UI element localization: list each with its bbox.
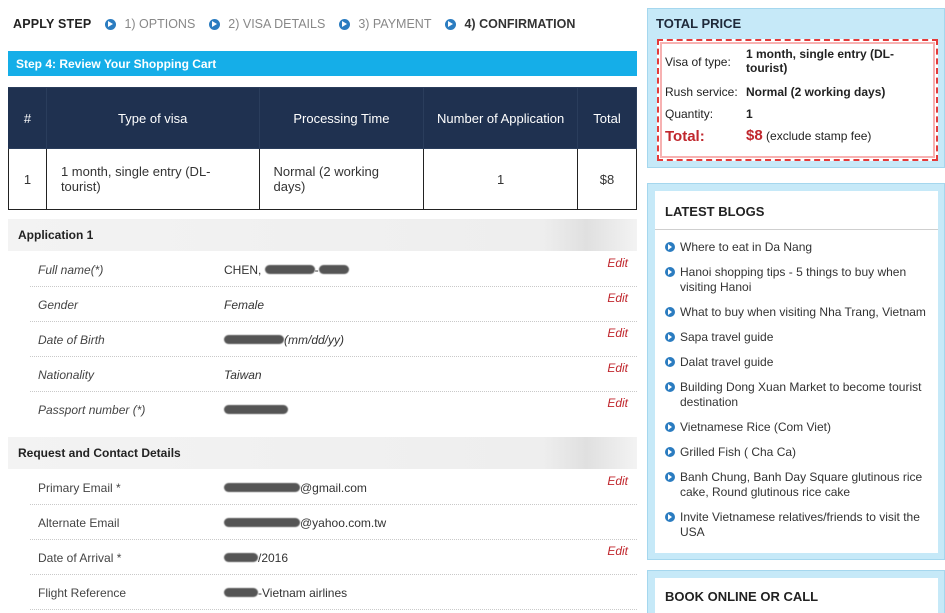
blog-link[interactable]: Banh Chung, Banh Day Square glutinous ri… [665,470,933,500]
cart-header-row: # Type of visa Processing Time Number of… [8,87,637,149]
apply-steps: APPLY STEP 1) OPTIONS 2) VISA DETAILS 3)… [13,16,589,32]
arrow-right-icon [105,18,117,30]
book-online-title: BOOK ONLINE OR CALL [655,578,938,613]
quantity-label: Quantity: [665,107,714,121]
blog-link[interactable]: Hanoi shopping tips - 5 things to buy wh… [665,265,933,295]
step-visa-details[interactable]: 2) VISA DETAILS [209,17,325,31]
edit-full-name-link[interactable]: Edit [607,256,628,270]
total-price-details: Visa of type: 1 month, single entry (DL-… [657,39,938,161]
rush-service-value: Normal (2 working days) [746,85,886,99]
latest-blogs-panel: LATEST BLOGS Where to eat in Da Nang Han… [647,183,945,560]
arrival-value: /2016 [224,551,288,565]
book-online-panel: BOOK ONLINE OR CALL [647,570,945,613]
arrow-right-icon [665,422,675,432]
field-primary-email: Primary Email * @gmail.com Edit [30,470,637,505]
col-processing-time: Processing Time [258,87,425,149]
arrow-right-icon [665,242,675,252]
arrow-right-icon [339,18,351,30]
arrow-right-icon [665,307,675,317]
edit-nationality-link[interactable]: Edit [607,361,628,375]
field-passport-number: Passport number (*) Edit [30,392,637,427]
passport-value [224,403,288,417]
col-type-of-visa: Type of visa [45,87,260,149]
total-amount: $8 (exclude stamp fee) [746,127,872,144]
cart-row-total: $8 [577,148,637,210]
col-total: Total [577,87,637,149]
edit-arrival-link[interactable]: Edit [607,544,628,558]
full-name-value: CHEN, - [224,263,349,277]
passport-label: Passport number (*) [38,403,146,417]
step-payment[interactable]: 3) PAYMENT [339,17,431,31]
edit-dob-link[interactable]: Edit [607,326,628,340]
dob-value: (mm/dd/yy) [224,333,344,347]
field-flight-reference: Flight Reference -Vietnam airlines [30,575,637,610]
col-number-of-application: Number of Application [423,87,579,149]
application-section-title: Application 1 [8,219,637,251]
primary-email-value: @gmail.com [224,481,367,495]
page: APPLY STEP 1) OPTIONS 2) VISA DETAILS 3)… [0,0,945,613]
cart-table: # Type of visa Processing Time Number of… [8,87,637,210]
flight-label: Flight Reference [38,586,127,600]
arrow-right-icon [445,18,457,30]
arrow-right-icon [665,447,675,457]
dob-label: Date of Birth [38,333,105,347]
alternate-email-value: @yahoo.com.tw [224,516,386,530]
primary-email-label: Primary Email * [38,481,121,495]
total-price-title: TOTAL PRICE [656,16,742,31]
blog-link[interactable]: Vietnamese Rice (Com Viet) [665,420,933,435]
step-confirmation: 4) CONFIRMATION [445,17,575,31]
gender-value: Female [224,298,265,312]
total-label: Total: [665,128,705,145]
rush-service-label: Rush service: [665,85,738,99]
nationality-label: Nationality [38,368,95,382]
full-name-label: Full name(*) [38,263,104,277]
blog-link[interactable]: Invite Vietnamese relatives/friends to v… [665,510,933,540]
visa-type-value: 1 month, single entry (DL-tourist) [746,47,895,75]
arrow-right-icon [665,332,675,342]
field-alternate-email: Alternate Email @yahoo.com.tw [30,505,637,540]
cart-row-number: 1 [8,148,47,210]
blog-link[interactable]: Sapa travel guide [665,330,933,345]
arrow-right-icon [665,382,675,392]
step-header: Step 4: Review Your Shopping Cart [8,51,637,76]
field-nationality: Nationality Taiwan Edit [30,357,637,392]
nationality-value: Taiwan [224,368,262,382]
flight-value: -Vietnam airlines [224,586,347,600]
cart-row-processing: Normal (2 working days) [258,148,425,210]
arrow-right-icon [665,267,675,277]
step-options[interactable]: 1) OPTIONS [105,17,195,31]
contact-section-title: Request and Contact Details [8,437,637,469]
arrival-label: Date of Arrival * [38,551,122,565]
arrow-right-icon [665,512,675,522]
total-price-panel: TOTAL PRICE Visa of type: 1 month, singl… [647,8,945,168]
quantity-value: 1 [746,107,753,121]
col-number: # [8,87,47,149]
field-date-of-birth: Date of Birth (mm/dd/yy) Edit [30,322,637,357]
blog-link[interactable]: What to buy when visiting Nha Trang, Vie… [665,305,933,320]
apply-step-label: APPLY STEP [13,17,92,31]
cart-row-count: 1 [423,148,579,210]
gender-label: Gender [38,298,79,312]
field-date-of-arrival: Date of Arrival * /2016 Edit [30,540,637,575]
field-full-name: Full name(*) CHEN, - Edit [30,252,637,287]
cart-row-visa: 1 month, single entry (DL-tourist) [45,148,260,210]
blog-link[interactable]: Dalat travel guide [665,355,933,370]
blog-link[interactable]: Building Dong Xuan Market to become tour… [665,380,933,410]
divider [655,229,938,230]
cart-row: 1 1 month, single entry (DL-tourist) Nor… [8,148,637,210]
edit-gender-link[interactable]: Edit [607,291,628,305]
edit-primary-email-link[interactable]: Edit [607,474,628,488]
arrow-right-icon [665,357,675,367]
visa-type-label: Visa of type: [665,55,731,69]
arrow-right-icon [665,472,675,482]
latest-blogs-title: LATEST BLOGS [665,204,765,219]
edit-passport-link[interactable]: Edit [607,396,628,410]
blog-link[interactable]: Grilled Fish ( Cha Ca) [665,445,933,460]
alternate-email-label: Alternate Email [38,516,120,530]
field-gender: Gender Female Edit [30,287,637,322]
blog-link[interactable]: Where to eat in Da Nang [665,240,933,255]
arrow-right-icon [209,18,221,30]
